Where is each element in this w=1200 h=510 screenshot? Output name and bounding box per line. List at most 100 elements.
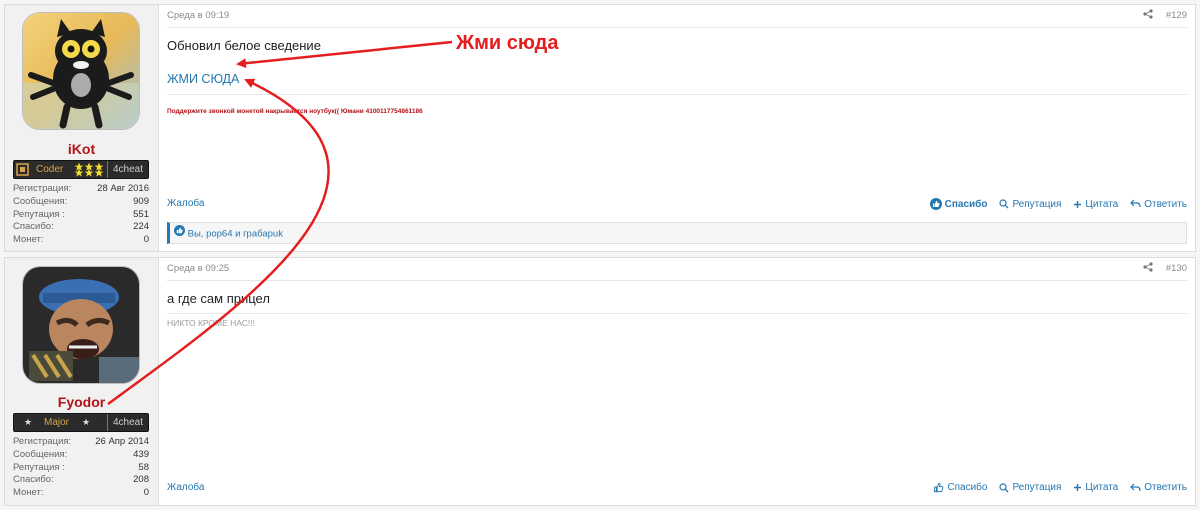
post-actions: Жалоба Спасибо Репутация Цитата Ответить <box>167 198 1187 214</box>
share-icon[interactable] <box>1143 258 1153 280</box>
reputation-label: Репутация <box>1012 198 1062 210</box>
user-panel: Fyodor ★ Major ★ 4cheat Регистрация: 26 А… <box>5 258 159 505</box>
search-icon <box>999 482 1009 493</box>
avatar[interactable] <box>22 12 140 130</box>
avatar[interactable] <box>22 266 140 384</box>
stat-value: 58 <box>138 461 149 473</box>
like-icon <box>174 223 185 245</box>
rank-label-area: ★ Major ★ <box>14 414 106 431</box>
stat-label: Монет: <box>13 234 44 246</box>
share-icon[interactable] <box>1143 5 1153 27</box>
stat-row: Регистрация: 26 Апр 2014 <box>13 436 149 449</box>
user-rank-badge: Coder 4cheat <box>13 160 149 179</box>
thumbs-up-outline-icon <box>933 482 944 493</box>
download-link[interactable]: ЖМИ СЮДА <box>167 72 239 86</box>
user-stats: Регистрация: 28 Авг 2016 Сообщения: 909 Ре… <box>13 183 149 247</box>
stat-label: Сообщения: <box>13 195 68 207</box>
post-date[interactable]: Среда в 09:25 <box>167 263 229 274</box>
cat-avatar-image <box>23 13 139 129</box>
plus-icon <box>1073 200 1082 209</box>
post-actions: Жалоба Спасибо Репутация Цитата Ответить <box>167 482 1187 498</box>
post-message: а где сам прицел <box>167 291 270 306</box>
stat-row: Монет: 0 <box>13 487 149 500</box>
quote-label: Цитата <box>1085 482 1119 493</box>
stat-value: 439 <box>133 448 149 460</box>
action-buttons: Спасибо Репутация Цитата Ответить <box>929 198 1187 210</box>
stat-row: Сообщения: 909 <box>13 196 149 209</box>
stat-value: 28 Авг 2016 <box>97 183 149 194</box>
username[interactable]: iKot <box>5 141 158 157</box>
plus-icon <box>1073 483 1082 492</box>
post-message: Обновил белое сведение <box>167 38 321 53</box>
reputation-label: Репутация <box>1012 482 1062 493</box>
action-buttons: Спасибо Репутация Цитата Ответить <box>933 482 1187 493</box>
stat-value: 224 <box>133 221 149 233</box>
signature-divider <box>167 94 1187 95</box>
stat-label: Репутация : <box>13 461 65 473</box>
stat-row: Регистрация: 28 Авг 2016 <box>13 183 149 196</box>
stat-label: Монет: <box>13 487 44 499</box>
report-button[interactable]: Жалоба <box>167 482 204 493</box>
stat-value: 26 Апр 2014 <box>95 436 149 447</box>
post-number[interactable]: #129 <box>1166 5 1187 27</box>
stat-label: Спасибо: <box>13 221 54 233</box>
rank-name: Coder <box>36 164 64 175</box>
annotation-callout-text: Жми сюда <box>456 32 559 54</box>
quote-button[interactable]: Цитата <box>1073 482 1118 493</box>
post-129: iKot Coder 4cheat Регистрация: 28 Авг 20… <box>4 4 1196 252</box>
likes-list[interactable]: Вы, pop64 и грабаpuk <box>188 229 283 240</box>
likes-bar[interactable]: Вы, pop64 и грабаpuk <box>167 222 1187 244</box>
report-button[interactable]: Жалоба <box>167 198 204 209</box>
stat-value: 208 <box>133 474 149 486</box>
thanks-label: Спасибо <box>944 198 988 210</box>
thanks-label: Спасибо <box>947 482 988 493</box>
signature-divider <box>167 313 1187 314</box>
user-stats: Регистрация: 26 Апр 2014 Сообщения: 439 Ре… <box>13 436 149 500</box>
reputation-button[interactable]: Репутация <box>999 482 1061 493</box>
stat-label: Сообщения: <box>13 448 68 460</box>
post-content: Среда в 09:25 #130 а где сам прицел НИКТ… <box>159 258 1195 505</box>
post-meta: Среда в 09:19 #129 <box>167 5 1187 28</box>
stat-value: 0 <box>143 234 149 246</box>
site-label: 4cheat <box>107 414 148 431</box>
stat-row: Спасибо: 208 <box>13 474 149 487</box>
star-right-icon: ★ <box>82 417 91 427</box>
username[interactable]: Fyodor <box>5 394 158 410</box>
rank-stars-icon <box>74 162 104 177</box>
rank-name: Major <box>44 417 70 428</box>
stat-row: Репутация : 58 <box>13 462 149 475</box>
search-icon <box>999 199 1009 209</box>
reputation-button[interactable]: Репутация <box>999 198 1061 210</box>
site-label: 4cheat <box>107 161 148 178</box>
signature-text: НИКТО КРОМЕ НАС!!! <box>167 318 255 328</box>
post-number[interactable]: #130 <box>1166 258 1187 280</box>
reply-icon <box>1130 199 1141 209</box>
rank-emblem-icon <box>14 161 34 178</box>
signature-text: Поддержите звонкой монетой накрывается н… <box>167 108 423 115</box>
stat-row: Монет: 0 <box>13 234 149 247</box>
stat-label: Регистрация: <box>13 183 72 194</box>
reply-label: Ответить <box>1144 198 1187 210</box>
user-panel: iKot Coder 4cheat Регистрация: 28 Авг 20… <box>5 5 159 251</box>
post-date[interactable]: Среда в 09:19 <box>167 10 229 21</box>
thanks-button[interactable]: Спасибо <box>929 198 988 210</box>
stat-label: Спасибо: <box>13 474 54 486</box>
reply-button[interactable]: Ответить <box>1130 482 1187 493</box>
thumbs-up-icon <box>929 198 942 210</box>
post-meta: Среда в 09:25 #130 <box>167 258 1187 281</box>
rank-label-area: Coder <box>14 161 106 178</box>
post-130: Fyodor ★ Major ★ 4cheat Регистрация: 26 А… <box>4 257 1196 506</box>
post-content: Среда в 09:19 #129 Обновил белое сведени… <box>159 5 1195 251</box>
reply-button[interactable]: Ответить <box>1130 198 1187 210</box>
quote-label: Цитата <box>1085 198 1119 210</box>
stat-label: Репутация : <box>13 208 65 220</box>
quote-button[interactable]: Цитата <box>1073 198 1118 210</box>
star-left-icon: ★ <box>24 417 33 427</box>
reply-icon <box>1130 483 1141 493</box>
thanks-button[interactable]: Спасибо <box>933 482 987 493</box>
soldier-avatar-image <box>23 267 139 383</box>
stat-value: 909 <box>133 195 149 207</box>
stat-row: Репутация : 551 <box>13 209 149 222</box>
stat-label: Регистрация: <box>13 436 72 447</box>
stat-value: 0 <box>143 487 149 499</box>
